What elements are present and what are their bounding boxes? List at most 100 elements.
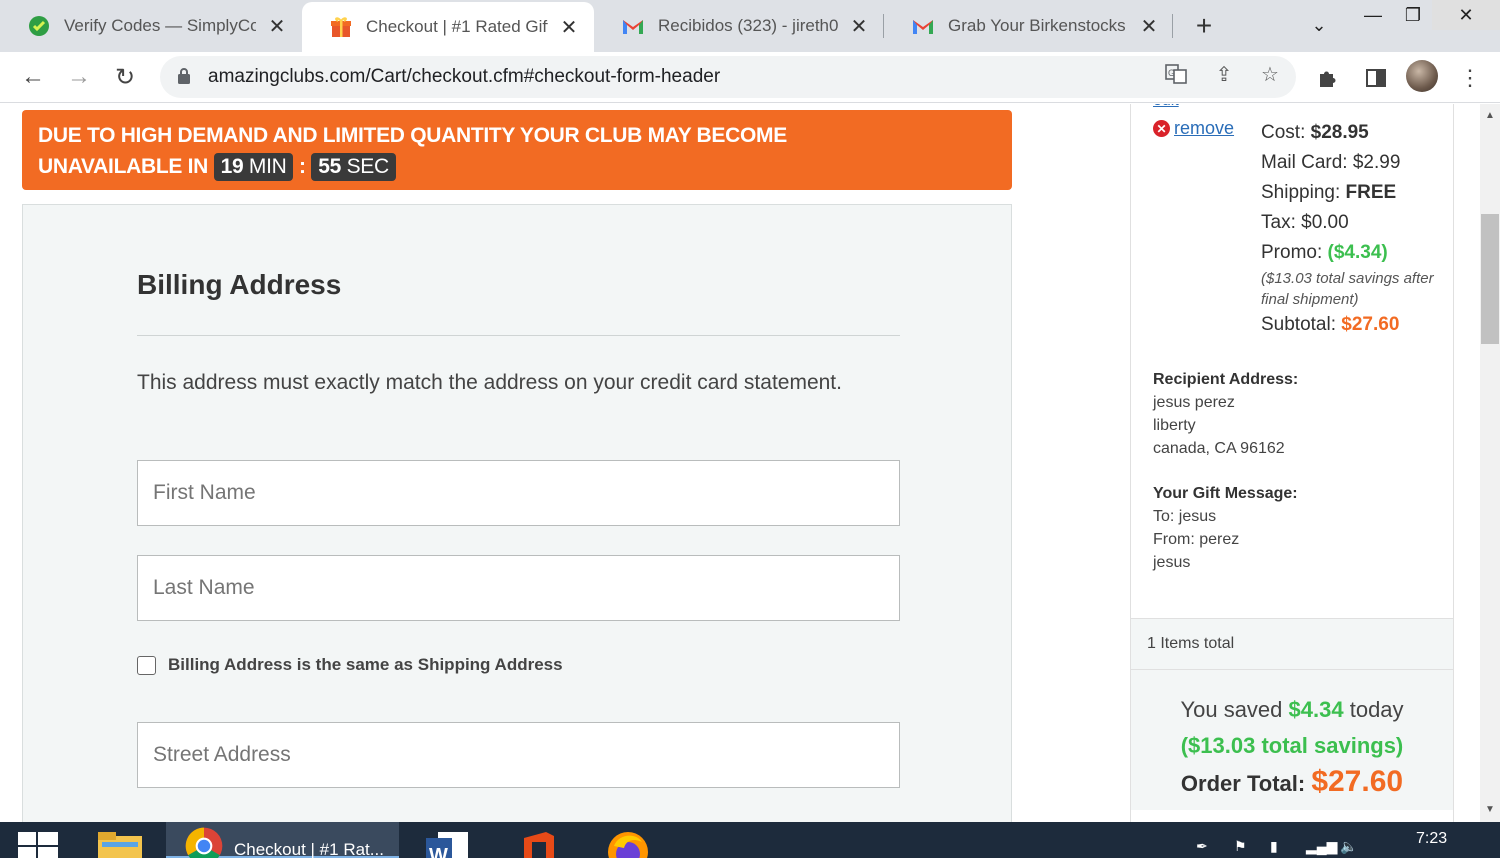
windows-taskbar: Checkout | #1 Rat... W ✒ ⚑ ▮ ▂▄▆ 🔈 7:23	[0, 822, 1500, 858]
mail-card-line: Mail Card: $2.99	[1261, 152, 1401, 173]
address-bar[interactable]: amazingclubs.com/Cart/checkout.cfm#check…	[160, 56, 1296, 98]
subtotal-line: Subtotal: $27.60	[1261, 314, 1400, 335]
translate-icon[interactable]: G	[1162, 60, 1190, 88]
same-as-shipping-checkbox[interactable]	[137, 655, 156, 675]
tab-search-icon[interactable]: ⌄	[1296, 10, 1342, 40]
reload-icon[interactable]: ↻	[108, 60, 142, 94]
remove-row[interactable]: ✕ remove	[1153, 118, 1234, 139]
tab-title: Grab Your Birkenstocks &	[948, 16, 1128, 35]
recipient-header: Recipient Address:	[1153, 371, 1299, 388]
close-icon[interactable]: ✕	[266, 15, 288, 38]
remove-x-icon: ✕	[1153, 120, 1170, 137]
gift-message: Your Gift Message: To: jesus From: perez…	[1153, 482, 1298, 574]
tab-bar: Verify Codes — SimplyCo ✕ Checkout | #1 …	[0, 0, 1500, 52]
new-tab-icon[interactable]: +	[1188, 10, 1220, 42]
profile-avatar[interactable]	[1406, 60, 1438, 92]
order-summary: edit ✕ remove Cost: $28.95 Mail Card: $2…	[1130, 104, 1454, 822]
gift-icon	[330, 16, 352, 38]
back-icon[interactable]: ←	[16, 60, 50, 94]
svg-text:W: W	[429, 845, 448, 858]
savings-note: ($13.03 total savings after final shipme…	[1261, 270, 1434, 308]
url-text: amazingclubs.com/Cart/checkout.cfm#check…	[208, 66, 721, 87]
tab-gmail-birkenstocks[interactable]: Grab Your Birkenstocks & ✕	[884, 0, 1174, 52]
tab-title: Checkout | #1 Rated Gift	[366, 17, 548, 36]
recipient-line: canada, CA 96162	[1153, 440, 1285, 457]
last-name-input[interactable]	[137, 555, 900, 621]
extensions-puzzle-icon[interactable]	[1314, 64, 1342, 92]
taskbar-chrome-label: Checkout | #1 Rat...	[234, 840, 384, 858]
share-icon[interactable]: ⇪	[1210, 60, 1238, 88]
tab-title: Verify Codes — SimplyCo	[64, 16, 256, 35]
simplycodes-icon	[28, 15, 50, 37]
office-icon[interactable]	[516, 828, 564, 858]
browser-toolbar: ← → ↻ amazingclubs.com/Cart/checkout.cfm…	[0, 52, 1500, 103]
gmail-icon	[912, 15, 934, 37]
billing-note: This address must exactly match the addr…	[137, 371, 842, 394]
page-scrollbar[interactable]	[1480, 104, 1500, 822]
scroll-thumb[interactable]	[1481, 214, 1499, 344]
gift-line: To: jesus	[1153, 508, 1217, 525]
firefox-icon[interactable]	[604, 828, 652, 858]
svg-text:G: G	[1168, 68, 1175, 78]
shipping-line: Shipping: FREE	[1261, 182, 1397, 203]
chrome-icon	[185, 827, 223, 858]
tab-checkout[interactable]: Checkout | #1 Rated Gift ✕	[302, 2, 594, 52]
restore-icon[interactable]: ❐	[1390, 0, 1436, 30]
order-totals: You saved $4.34 today ($13.03 total savi…	[1131, 670, 1453, 810]
checkout-page: DUE TO HIGH DEMAND AND LIMITED QUANTITY …	[0, 104, 1480, 822]
order-total-line: Order Total: $27.60	[1180, 765, 1404, 798]
same-as-shipping-label: Billing Address is the same as Shipping …	[168, 655, 563, 674]
street-address-input[interactable]	[137, 722, 900, 788]
bookmark-star-icon[interactable]: ☆	[1256, 60, 1284, 88]
promo-line: Promo: ($4.34)	[1261, 242, 1388, 263]
gift-line: jesus	[1153, 554, 1191, 571]
banner-line-2: UNAVAILABLE IN 19 MIN : 55 SEC	[38, 151, 996, 182]
close-icon[interactable]: ✕	[1138, 15, 1160, 38]
scroll-up-icon[interactable]: ▲	[1480, 106, 1500, 124]
gift-line: From: perez	[1153, 531, 1240, 548]
countdown-seconds: 55 SEC	[311, 153, 396, 181]
banner-line-1: DUE TO HIGH DEMAND AND LIMITED QUANTITY …	[38, 124, 787, 147]
cost-line: Cost: $28.95	[1261, 122, 1369, 143]
total-savings: ($13.03 total savings)	[1180, 733, 1404, 758]
tab-gmail-inbox[interactable]: Recibidos (323) - jireth06 ✕	[594, 0, 884, 52]
price-breakdown: Cost: $28.95 Mail Card: $2.99 Shipping: …	[1261, 118, 1451, 340]
scroll-down-icon[interactable]: ▼	[1480, 800, 1500, 818]
tab-separator	[1172, 14, 1173, 38]
remove-link[interactable]: remove	[1174, 118, 1234, 139]
divider	[137, 335, 900, 336]
recipient-address: Recipient Address: jesus perez liberty c…	[1153, 368, 1298, 460]
saved-line: You saved $4.34 today	[1180, 697, 1404, 722]
windows-start-icon[interactable]	[18, 832, 58, 858]
tab-verify-codes[interactable]: Verify Codes — SimplyCo ✕	[0, 0, 302, 52]
tax-line: Tax: $0.00	[1261, 212, 1349, 233]
banner-prefix: UNAVAILABLE IN	[38, 155, 209, 178]
close-icon[interactable]: ✕	[848, 15, 870, 38]
billing-form: Billing Address This address must exactl…	[22, 204, 1012, 822]
forward-icon[interactable]: →	[62, 60, 96, 94]
gmail-icon	[622, 15, 644, 37]
close-window-icon[interactable]: ✕	[1432, 0, 1500, 30]
items-total: 1 Items total	[1131, 618, 1453, 670]
security-flag-icon[interactable]: ⚑	[1234, 838, 1258, 858]
menu-kebab-icon[interactable]: ⋮	[1456, 64, 1484, 92]
edit-link[interactable]: edit	[1153, 104, 1179, 110]
countdown-minutes: 19 MIN	[213, 153, 294, 181]
word-icon[interactable]: W	[424, 828, 472, 858]
signal-icon[interactable]: ▂▄▆	[1306, 838, 1337, 858]
first-name-input[interactable]	[137, 460, 900, 526]
same-as-shipping-row[interactable]: Billing Address is the same as Shipping …	[137, 655, 563, 675]
battery-icon[interactable]: ▮	[1270, 838, 1294, 858]
gift-header: Your Gift Message:	[1153, 485, 1298, 502]
clock: 7:23	[1416, 830, 1448, 847]
recipient-line: jesus perez	[1153, 394, 1235, 411]
countdown-separator: :	[299, 155, 306, 178]
lock-icon	[178, 68, 190, 84]
side-panel-icon[interactable]	[1362, 64, 1390, 92]
volume-icon[interactable]: 🔈	[1340, 838, 1364, 858]
recipient-line: liberty	[1153, 417, 1196, 434]
urgency-banner: DUE TO HIGH DEMAND AND LIMITED QUANTITY …	[22, 110, 1012, 190]
file-explorer-icon[interactable]	[96, 828, 144, 858]
pen-icon[interactable]: ✒	[1196, 838, 1220, 858]
close-icon[interactable]: ✕	[558, 16, 580, 39]
